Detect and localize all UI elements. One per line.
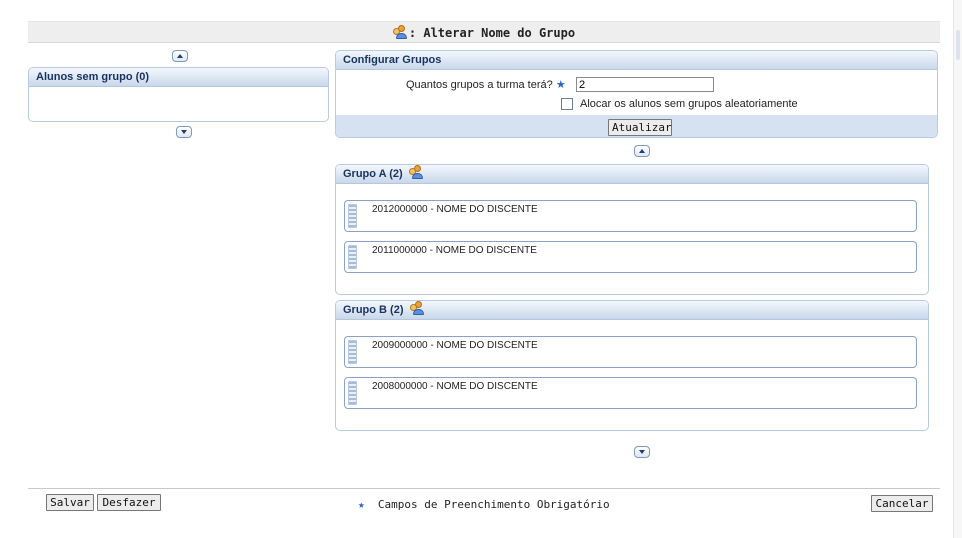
scrollbar[interactable] [953, 0, 962, 538]
student-label: 2011000000 - NOME DO DISCENTE [372, 245, 537, 256]
student-item[interactable]: 2009000000 - NOME DO DISCENTE [344, 336, 917, 368]
config-groups-panel: Configurar Grupos Quantos grupos a turma… [335, 50, 938, 138]
scroll-up-groups-button[interactable] [634, 145, 650, 157]
group-icon [392, 25, 409, 39]
student-label: 2009000000 - NOME DO DISCENTE [372, 340, 538, 351]
groups-count-input[interactable] [576, 77, 714, 92]
scroll-up-left-button[interactable] [172, 50, 188, 62]
groups-count-label: Quantos grupos a turma terá? ★ [406, 79, 566, 91]
student-item[interactable]: 2008000000 - NOME DO DISCENTE [344, 377, 917, 409]
student-item[interactable]: 2011000000 - NOME DO DISCENTE [344, 241, 917, 273]
scroll-down-left-button[interactable] [176, 126, 192, 138]
page-title: : Alterar Nome do Grupo [28, 22, 940, 44]
scrollbar-thumb[interactable] [956, 30, 960, 60]
footer-divider [28, 488, 940, 489]
student-label: 2008000000 - NOME DO DISCENTE [372, 381, 538, 392]
student-label: 2012000000 - NOME DO DISCENTE [372, 204, 538, 215]
random-allocation-checkbox[interactable] [561, 98, 573, 110]
arrow-down-icon [181, 130, 187, 134]
page-title-text: : Alterar Nome do Grupo [408, 26, 576, 40]
drag-handle-icon[interactable] [348, 245, 357, 269]
save-button[interactable]: Salvar [46, 494, 94, 511]
drag-handle-icon[interactable] [348, 204, 357, 228]
group-b-title: Grupo B (2) [343, 304, 404, 316]
page-header: : Alterar Nome do Grupo [28, 21, 940, 43]
undo-button[interactable]: Desfazer [97, 494, 161, 511]
ungrouped-students-panel: Alunos sem grupo (0) [28, 67, 329, 122]
arrow-down-icon [639, 450, 645, 454]
scroll-down-groups-button[interactable] [634, 446, 650, 458]
student-item[interactable]: 2012000000 - NOME DO DISCENTE [344, 200, 917, 232]
group-panel-a: Grupo A (2) 2012000000 - NOME DO DISCENT… [335, 164, 929, 295]
group-edit-icon[interactable] [408, 165, 425, 179]
group-b-header: Grupo B (2) [336, 301, 928, 320]
required-fields-note: ★ Campos de Preenchimento Obrigatório [358, 498, 610, 511]
required-star-icon: ★ [358, 498, 365, 511]
config-groups-title: Configurar Grupos [336, 51, 937, 70]
group-edit-icon[interactable] [409, 301, 426, 315]
update-button[interactable]: Atualizar [608, 119, 672, 136]
group-a-title: Grupo A (2) [343, 168, 403, 180]
config-actions-bar: Atualizar [336, 115, 937, 137]
group-panel-b: Grupo B (2) 2009000000 - NOME DO DISCENT… [335, 300, 929, 431]
random-allocation-label: Alocar os alunos sem grupos aleatoriamen… [580, 98, 798, 110]
group-a-header: Grupo A (2) [336, 165, 928, 184]
cancel-button[interactable]: Cancelar [871, 495, 933, 512]
ungrouped-students-title: Alunos sem grupo (0) [29, 68, 328, 87]
required-star-icon: ★ [555, 79, 566, 91]
drag-handle-icon[interactable] [348, 340, 357, 364]
drag-handle-icon[interactable] [348, 381, 357, 405]
arrow-up-icon [177, 54, 183, 58]
arrow-up-icon [639, 149, 645, 153]
